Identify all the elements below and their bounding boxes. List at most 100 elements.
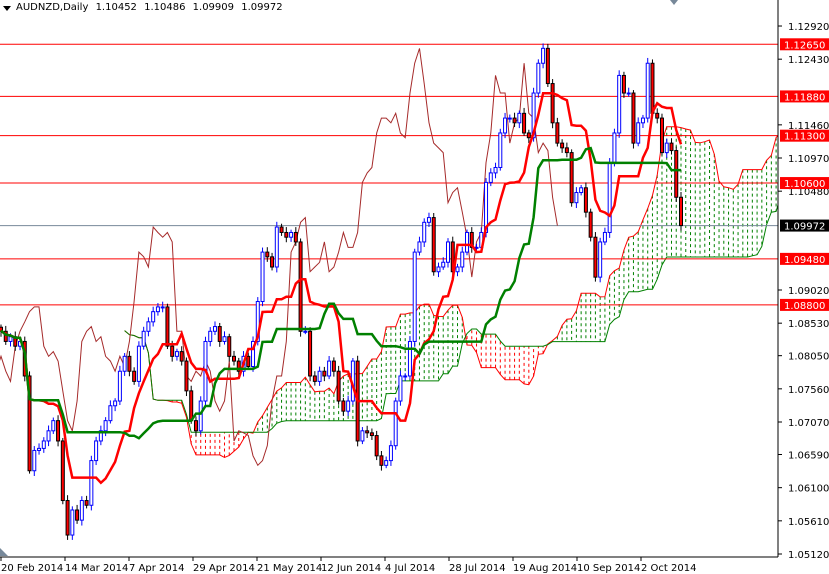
bullish-candle xyxy=(103,420,108,432)
bullish-candle xyxy=(79,500,84,521)
bullish-candle xyxy=(465,231,470,253)
tenkan-sen-line xyxy=(0,91,683,485)
bullish-candle xyxy=(32,449,37,472)
bullish-candle xyxy=(37,447,42,451)
bullish-candle xyxy=(89,460,94,506)
time-axis-label: 29 Apr 2014 xyxy=(193,563,255,574)
bearish-candle xyxy=(84,500,89,506)
bullish-candle xyxy=(141,330,146,347)
low-value: 1.09909 xyxy=(192,2,235,13)
bullish-candle xyxy=(645,62,650,119)
symbol-label: AUDNZD,Daily xyxy=(16,2,89,13)
bearish-candle xyxy=(679,196,683,227)
bullish-candle xyxy=(536,62,541,94)
price-axis-label: 1.12920 xyxy=(788,22,829,33)
bullish-candle xyxy=(507,117,512,120)
bullish-candle xyxy=(384,460,389,466)
bearish-candle xyxy=(322,370,327,377)
price-axis-label: 1.05610 xyxy=(788,517,829,528)
bullish-candle xyxy=(626,92,631,95)
bearish-candle xyxy=(232,355,237,362)
time-axis-label: 2 Oct 2014 xyxy=(641,563,696,574)
bullish-candle xyxy=(474,246,479,249)
price-axis-label: 1.08530 xyxy=(788,319,829,330)
bearish-candle xyxy=(132,370,137,382)
bullish-candle xyxy=(70,509,75,536)
level-price-label: 1.12650 xyxy=(784,40,825,51)
bullish-candle xyxy=(636,122,641,144)
chart-menu-arrow-icon[interactable] xyxy=(3,6,11,11)
time-axis-label: 14 Mar 2014 xyxy=(65,563,128,574)
bearish-candle xyxy=(545,47,550,85)
bearish-candle xyxy=(336,370,341,402)
bearish-candle xyxy=(308,330,313,377)
bearish-candle xyxy=(331,360,336,372)
bullish-candle xyxy=(146,321,151,332)
bullish-candle xyxy=(289,231,294,238)
bearish-candle xyxy=(170,345,175,357)
bearish-candle xyxy=(284,231,289,238)
bearish-candle xyxy=(265,251,270,258)
plot-area xyxy=(0,43,778,540)
bearish-candle xyxy=(217,326,222,342)
bearish-candle xyxy=(659,117,664,154)
bearish-candle xyxy=(431,217,436,273)
bearish-candle xyxy=(379,455,384,466)
bullish-candle xyxy=(612,132,617,164)
bearish-candle xyxy=(560,142,565,149)
bullish-candle xyxy=(117,370,122,402)
bullish-candle xyxy=(113,400,118,407)
bullish-candle xyxy=(607,162,612,233)
bullish-candle xyxy=(136,345,141,382)
high-value: 1.10486 xyxy=(144,2,186,13)
bullish-candle xyxy=(327,360,332,377)
bullish-candle xyxy=(574,192,579,204)
bearish-candle xyxy=(341,400,346,412)
bullish-candle xyxy=(94,440,99,462)
bearish-candle xyxy=(227,336,232,357)
chart-shift-marker-icon xyxy=(670,0,678,5)
bearish-candle xyxy=(674,150,679,198)
price-axis-label: 1.05120 xyxy=(788,550,829,561)
bullish-candle xyxy=(398,375,403,402)
bullish-candle xyxy=(108,405,113,422)
price-axis-label: 1.09020 xyxy=(788,286,829,297)
scroll-marker-icon xyxy=(0,548,8,556)
time-axis-label: 12 Jun 2014 xyxy=(321,563,381,574)
bullish-candle xyxy=(160,306,165,309)
bearish-candle xyxy=(650,62,655,114)
bullish-candle xyxy=(640,117,645,124)
bullish-candle xyxy=(407,340,412,377)
bullish-candle xyxy=(274,226,279,268)
bullish-candle xyxy=(460,251,465,268)
bearish-candle xyxy=(56,420,61,442)
bearish-candle xyxy=(512,117,517,124)
bullish-candle xyxy=(41,440,46,449)
price-axis-label: 1.07560 xyxy=(788,385,829,396)
price-chart[interactable]: 1.129201.124301.114601.109701.104801.090… xyxy=(0,0,829,574)
bullish-candle xyxy=(517,112,522,124)
time-axis-label: 19 Aug 2014 xyxy=(513,563,577,574)
bullish-candle xyxy=(122,355,127,372)
level-price-label: 1.08800 xyxy=(784,301,825,312)
bullish-candle xyxy=(151,311,156,323)
current-price-label: 1.09972 xyxy=(784,222,825,233)
bullish-candle xyxy=(346,400,351,412)
bullish-candle xyxy=(422,221,427,243)
bearish-candle xyxy=(593,236,598,278)
bearish-candle xyxy=(365,430,370,434)
bullish-candle xyxy=(317,370,322,382)
bearish-candle xyxy=(165,306,170,347)
bearish-candle xyxy=(522,112,527,134)
bearish-candle xyxy=(621,74,626,94)
bearish-candle xyxy=(127,355,132,372)
price-axis-label: 1.06590 xyxy=(788,450,829,461)
bullish-candle xyxy=(155,306,160,313)
bullish-candle xyxy=(579,187,584,194)
bearish-candle xyxy=(298,241,303,332)
price-axis-label: 1.08050 xyxy=(788,352,829,363)
bearish-candle xyxy=(526,132,531,139)
bullish-candle xyxy=(393,400,398,447)
bearish-candle xyxy=(193,420,198,432)
bullish-candle xyxy=(455,266,460,273)
